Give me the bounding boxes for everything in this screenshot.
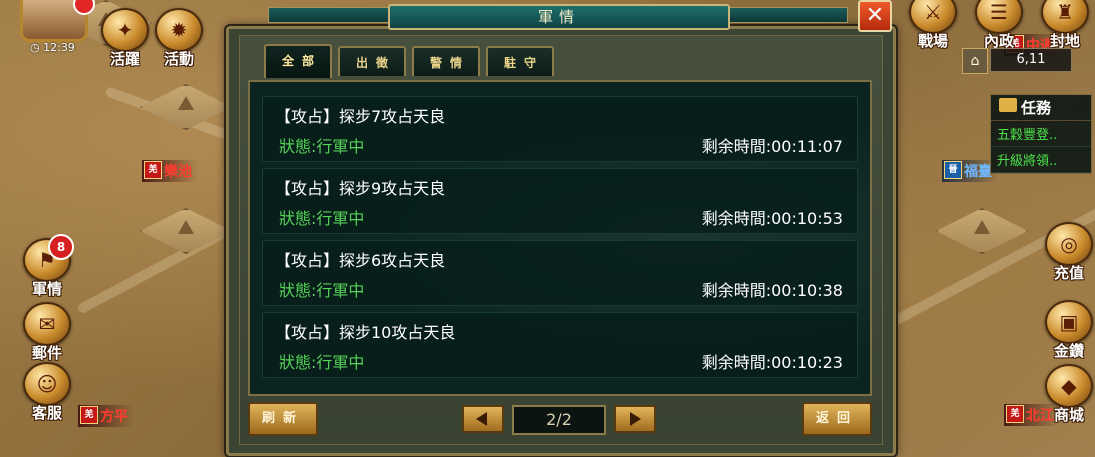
arrow-right-icon (630, 412, 641, 426)
report-remaining-time: 剩余時間:00:10:23 (701, 353, 843, 372)
prev-page-button[interactable] (462, 405, 504, 433)
support-button[interactable]: ☺ 客服 (18, 362, 76, 423)
report-remaining-time: 剩余時間:00:11:07 (701, 137, 843, 156)
close-icon: ✕ (865, 3, 885, 28)
list-item[interactable]: 【攻占】探步10攻占天良 狀態:行軍中 剩余時間:00:10:23 (262, 312, 858, 378)
map-fort[interactable] (936, 208, 1028, 254)
close-button[interactable]: ✕ (858, 0, 892, 32)
report-title: 【攻占】探步10攻占天良 (275, 323, 456, 342)
clock-label: ◷ 12:39 (30, 41, 75, 54)
arrow-left-icon (476, 412, 487, 426)
chest-icon: ✦ (101, 8, 149, 52)
coins-icon: ◎ (1045, 222, 1093, 266)
report-remaining-time: 剩余時間:00:10:53 (701, 209, 843, 228)
quest-item[interactable]: 五穀豐登.. (991, 121, 1091, 147)
player-avatar[interactable] (20, 0, 95, 42)
tab-expedition[interactable]: 出徵 (338, 46, 406, 76)
list-item[interactable]: 【攻占】探步7攻占天良 狀態:行軍中 剩余時間:00:11:07 (262, 96, 858, 162)
event-button[interactable]: ✹ 活動 (150, 8, 208, 69)
map-fort[interactable] (140, 208, 232, 254)
envelope-icon: ✉ (23, 302, 71, 346)
mail-button[interactable]: ✉ 郵件 (18, 302, 76, 363)
quest-panel[interactable]: 任務 五穀豐登.. 升級將領.. (990, 94, 1092, 174)
back-button[interactable]: 返回 (802, 402, 872, 436)
scroll-icon: ☰ (975, 0, 1023, 34)
red-envelope-icon: ▣ (1045, 300, 1093, 344)
coordinates-display[interactable]: 6,11 (990, 48, 1072, 72)
map-fort[interactable] (140, 84, 232, 130)
battlefield-button[interactable]: ⚔ 戰場 (904, 0, 962, 51)
report-list[interactable]: 【攻占】探步7攻占天良 狀態:行軍中 剩余時間:00:11:07 【攻占】探步9… (248, 80, 872, 396)
page-indicator: 2/2 (512, 405, 606, 435)
quest-title[interactable]: 任務 (991, 95, 1091, 121)
dialog-title: 軍情 (388, 4, 730, 30)
faction-tag: 晉 (944, 161, 962, 179)
shop-button[interactable]: ◆ 商城 (1040, 364, 1095, 425)
map-city-label[interactable]: 羌 方平 (78, 405, 134, 427)
faction-tag: 羌 (144, 161, 162, 179)
gold-diamond-button[interactable]: ▣ 金鑽 (1040, 300, 1095, 361)
list-item[interactable]: 【攻占】探步6攻占天良 狀態:行軍中 剩余時間:00:10:38 (262, 240, 858, 306)
tab-alert[interactable]: 警情 (412, 46, 480, 76)
agent-portrait-icon: ☺ (23, 362, 71, 406)
activity-button[interactable]: ✦ 活躍 (96, 8, 154, 69)
tab-all[interactable]: 全部 (264, 44, 332, 78)
faction-tag: 羌 (80, 406, 98, 424)
castle-icon: ♜ (1041, 0, 1089, 34)
locate-icon[interactable]: ⌂ (962, 48, 988, 74)
fief-button[interactable]: ♜ 封地 (1036, 0, 1094, 51)
title-ornament-left (268, 7, 390, 23)
report-status: 狀態:行軍中 (279, 281, 365, 300)
report-status: 狀態:行軍中 (279, 137, 365, 156)
military-intel-button[interactable]: ⚑ 軍情 8 (18, 234, 76, 299)
report-title: 【攻占】探步7攻占天良 (275, 107, 446, 126)
map-city-label[interactable]: 羌 樂池 (142, 160, 198, 182)
faction-tag: 羌 (1006, 405, 1024, 423)
gold-ingot-icon: ◆ (1045, 364, 1093, 408)
quest-icon (999, 98, 1017, 112)
recharge-button[interactable]: ◎ 充值 (1040, 222, 1095, 283)
refresh-button[interactable]: 刷新 (248, 402, 318, 436)
swords-icon: ⚔ (909, 0, 957, 34)
notification-badge: 8 (48, 234, 74, 260)
lantern-icon: ✹ (155, 8, 203, 52)
report-title: 【攻占】探步9攻占天良 (275, 179, 446, 198)
quest-item[interactable]: 升級將領.. (991, 147, 1091, 173)
report-status: 狀態:行軍中 (279, 353, 365, 372)
domestic-button[interactable]: ☰ 內政 (970, 0, 1028, 51)
title-ornament-right (726, 7, 848, 23)
report-title: 【攻占】探步6攻占天良 (275, 251, 446, 270)
tab-garrison[interactable]: 駐守 (486, 46, 554, 76)
next-page-button[interactable] (614, 405, 656, 433)
list-item[interactable]: 【攻占】探步9攻占天良 狀態:行軍中 剩余時間:00:10:53 (262, 168, 858, 234)
report-status: 狀態:行軍中 (279, 209, 365, 228)
report-remaining-time: 剩余時間:00:10:38 (701, 281, 843, 300)
